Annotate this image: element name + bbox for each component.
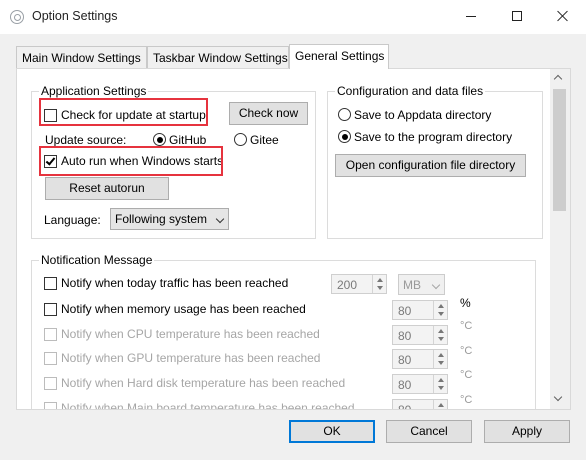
tab-general-settings[interactable]: General Settings [289,44,389,69]
highlight-auto-run [39,146,223,176]
traffic-value: 200 [337,278,358,292]
highlight-check-update [39,98,208,126]
mainboard-temp-value: 80 [398,403,412,410]
github-radio[interactable] [153,133,166,146]
disk-temp-unit: °C [460,369,473,381]
notify-cpu-temp-checkbox[interactable] [44,328,57,341]
spin-arrows[interactable] [433,326,447,344]
disk-temp-spinbox[interactable]: 80 [392,374,448,394]
save-program-dir-label[interactable]: Save to the program directory [354,130,512,144]
notify-traffic-checkbox[interactable] [44,277,57,290]
notification-title: Notification Message [39,253,155,267]
spin-up-icon [438,353,444,357]
traffic-spinbox[interactable]: 200 [331,274,387,294]
spin-up-icon [438,403,444,407]
window-title: Option Settings [32,9,118,23]
close-icon [557,10,569,22]
notify-mainboard-temp-checkbox[interactable] [44,402,57,409]
github-radio-dot [156,136,163,143]
notify-mainboard-temp-label[interactable]: Notify when Main board temperature has b… [61,401,355,409]
update-source-label: Update source: [45,133,127,147]
vertical-scrollbar[interactable] [550,69,570,409]
spin-up-icon [377,278,383,282]
save-program-dir-radio-dot [341,133,348,140]
notify-gpu-temp-label[interactable]: Notify when GPU temperature has been rea… [61,351,320,365]
gpu-temp-unit: °C [460,345,473,357]
notify-cpu-temp-label[interactable]: Notify when CPU temperature has been rea… [61,327,320,341]
minimize-icon [466,15,476,17]
language-select-value: Following system [115,212,208,226]
traffic-unit-value: MB [403,278,421,292]
spin-down-icon [438,386,444,390]
memory-unit: % [460,296,471,310]
scrollbar-thumb[interactable] [553,89,566,211]
language-select[interactable]: Following system [110,208,229,230]
reset-autorun-button[interactable]: Reset autorun [45,177,169,200]
spin-arrows[interactable] [433,400,447,409]
scroll-up-icon[interactable] [553,74,563,84]
close-button[interactable] [540,0,586,32]
notify-disk-temp-label[interactable]: Notify when Hard disk temperature has be… [61,376,345,390]
minimize-button[interactable] [448,0,494,32]
cancel-button[interactable]: Cancel [386,420,472,443]
apply-button[interactable]: Apply [484,420,570,443]
gitee-radio[interactable] [234,133,247,146]
gitee-radio-label[interactable]: Gitee [250,133,279,147]
spin-arrows[interactable] [433,301,447,319]
config-files-title: Configuration and data files [335,84,486,98]
notify-disk-temp-checkbox[interactable] [44,377,57,390]
notify-memory-checkbox[interactable] [44,303,57,316]
tab-taskbar-window-settings[interactable]: Taskbar Window Settings [147,46,289,68]
save-appdata-label[interactable]: Save to Appdata directory [354,108,491,122]
mainboard-temp-unit: °C [460,394,473,406]
spin-down-icon [438,312,444,316]
disk-temp-value: 80 [398,378,412,392]
mainboard-temp-spinbox[interactable]: 80 [392,399,448,410]
cpu-temp-unit: °C [460,320,473,332]
spin-up-icon [438,378,444,382]
cpu-temp-spinbox[interactable]: 80 [392,325,448,345]
spin-up-icon [438,304,444,308]
spin-down-icon [438,337,444,341]
spin-arrows[interactable] [433,350,447,368]
spin-arrows[interactable] [372,275,386,293]
github-radio-label[interactable]: GitHub [169,133,206,147]
spin-up-icon [438,329,444,333]
title-bar: Option Settings [0,0,586,34]
ok-button[interactable]: OK [289,420,375,443]
spin-down-icon [438,361,444,365]
scroll-down-icon[interactable] [553,392,563,402]
notify-traffic-label[interactable]: Notify when today traffic has been reach… [61,276,288,290]
memory-value: 80 [398,304,412,318]
memory-spinbox[interactable]: 80 [392,300,448,320]
notify-memory-label[interactable]: Notify when memory usage has been reache… [61,302,306,316]
maximize-icon [512,11,522,21]
gpu-temp-value: 80 [398,353,412,367]
chevron-down-icon [431,280,441,290]
application-settings-title: Application Settings [39,84,149,98]
tab-main-window-settings[interactable]: Main Window Settings [16,46,147,68]
cpu-temp-value: 80 [398,329,412,343]
save-appdata-radio[interactable] [338,108,351,121]
spin-down-icon [377,286,383,290]
traffic-unit-select[interactable]: MB [398,274,445,295]
spin-arrows[interactable] [433,375,447,393]
maximize-button[interactable] [494,0,540,32]
chevron-down-icon [215,214,225,224]
language-label: Language: [44,213,101,227]
check-now-button[interactable]: Check now [229,102,308,125]
gpu-temp-spinbox[interactable]: 80 [392,349,448,369]
settings-app-icon [10,10,24,24]
notify-gpu-temp-checkbox[interactable] [44,352,57,365]
save-program-dir-radio[interactable] [338,130,351,143]
open-config-dir-button[interactable]: Open configuration file directory [335,154,526,177]
